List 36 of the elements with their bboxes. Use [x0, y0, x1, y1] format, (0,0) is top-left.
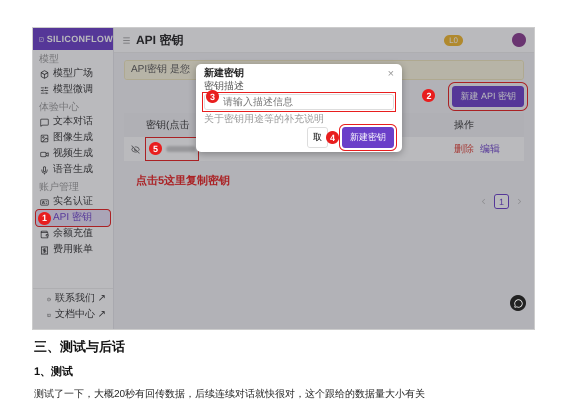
key-cell[interactable]: 5	[146, 138, 198, 160]
subsection-heading: 1、测试	[34, 364, 74, 379]
sidebar-item[interactable]: 文本对话	[36, 114, 110, 130]
step-number-badge: 2	[422, 89, 436, 102]
annotation-caption: 点击5这里复制密钥	[136, 174, 232, 188]
sidebar-item[interactable]: 实名认证	[36, 194, 110, 210]
sidebar-item[interactable]: 模型广场	[36, 66, 110, 82]
page-button[interactable]: 1	[494, 194, 509, 209]
field-hint: 关于密钥用途等的补充说明	[204, 114, 325, 126]
cancel-button[interactable]: 取	[307, 127, 328, 148]
sidebar-item[interactable]: 1 API 密钥	[36, 210, 110, 226]
sidebar-item[interactable]: 费用账单	[36, 242, 110, 258]
step-number-badge: 3	[206, 90, 219, 103]
sidebar-item[interactable]: 语音生成	[36, 162, 110, 178]
column-header: 密钥(点击	[146, 118, 190, 132]
column-header: 操作	[454, 119, 474, 132]
section-label: 体验中心	[38, 100, 80, 114]
level-badge: L0	[444, 34, 463, 46]
section-heading: 三、测试与后话	[34, 338, 126, 356]
sidebar-link[interactable]: 联系我们 ↗	[43, 291, 110, 307]
sidebar-item[interactable]: 模型微调	[36, 82, 110, 98]
sidebar-item[interactable]: 图像生成	[36, 130, 110, 146]
logo: SILICONFLOW	[33, 28, 113, 50]
step-number-badge: 4	[326, 131, 339, 144]
action-link[interactable]: 编辑	[480, 144, 500, 155]
paragraph: 测试了一下，大概20秒有回传数据，后续连续对话就快很对，这个跟给的数据量大小有关	[34, 388, 426, 401]
step-number-badge: 5	[149, 142, 162, 155]
page-title: API 密钥	[136, 32, 184, 48]
sidebar-item[interactable]: 余额充值	[36, 226, 110, 242]
dialog-title: 新建密钥	[204, 68, 244, 80]
section-label: 账户管理	[38, 180, 80, 194]
sidebar-item[interactable]: 视频生成	[36, 146, 110, 162]
section-label: 模型	[38, 52, 60, 66]
field-label: 密钥描述	[204, 81, 245, 93]
sidebar-link[interactable]: 文档中心 ↗	[43, 307, 110, 323]
step-number-badge: 1	[38, 212, 51, 224]
